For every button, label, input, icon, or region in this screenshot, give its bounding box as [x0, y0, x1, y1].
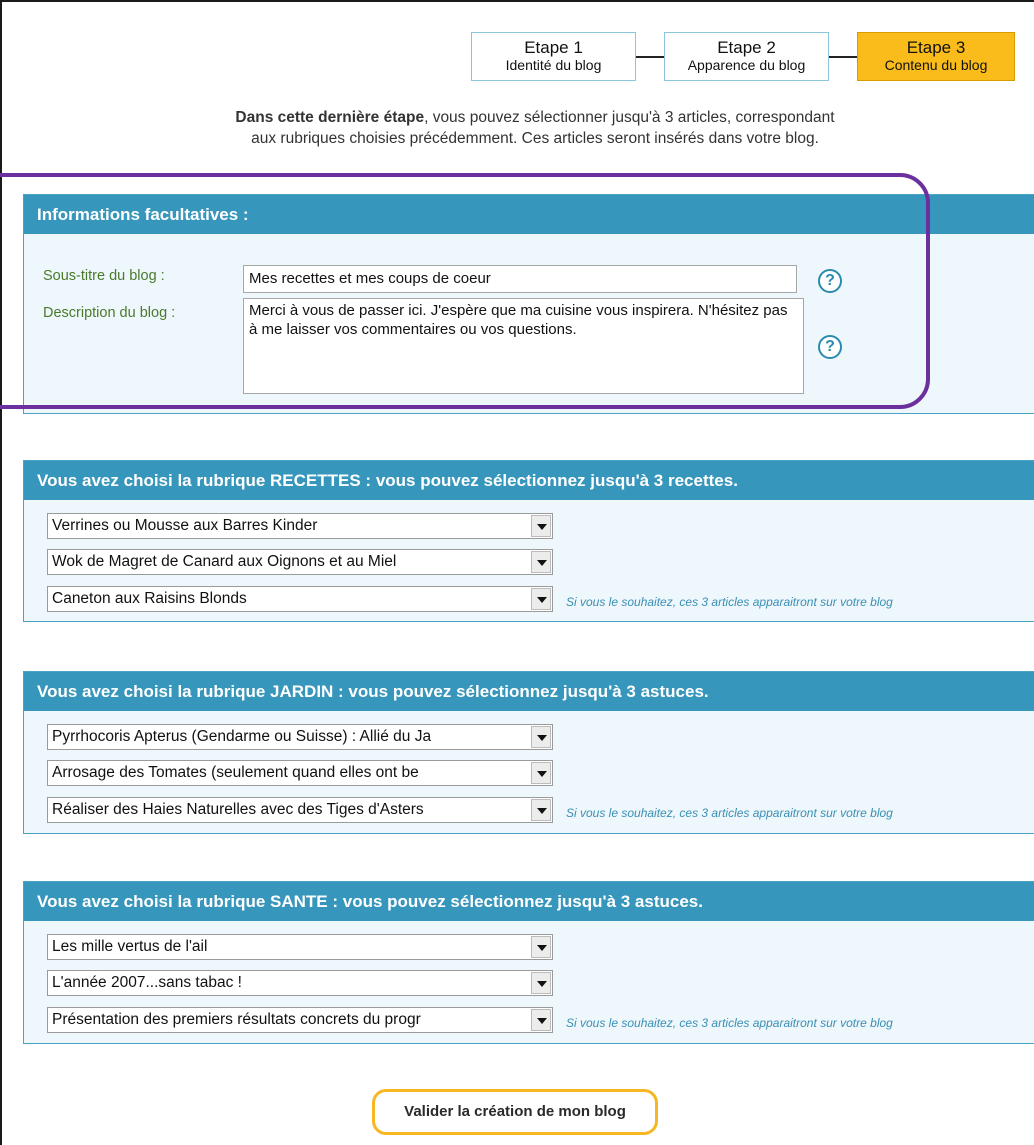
jardin-note: Si vous le souhaitez, ces 3 articles app…: [566, 806, 893, 820]
step-connector: [636, 56, 664, 58]
chevron-down-icon[interactable]: [531, 799, 551, 821]
jardin-header: Vous avez choisi la rubrique JARDIN : vo…: [24, 672, 1034, 711]
description-label: Description du blog :: [43, 305, 176, 321]
info-panel-header: Informations facultatives :: [24, 195, 1034, 234]
subtitle-input[interactable]: Mes recettes et mes coups de coeur: [243, 265, 797, 293]
chevron-down-icon[interactable]: [531, 515, 551, 537]
step-3-label: Contenu du blog: [884, 57, 988, 73]
jardin-select-1-value: Pyrrhocoris Apterus (Gendarme ou Suisse)…: [52, 728, 432, 745]
step-3[interactable]: Etape 3 Contenu du blog: [857, 32, 1015, 81]
step-connector: [829, 56, 857, 58]
subtitle-help-icon[interactable]: ?: [818, 269, 842, 293]
step-1-label: Identité du blog: [505, 57, 602, 73]
recettes-select-3-value: Caneton aux Raisins Blonds: [52, 590, 247, 607]
submit-button[interactable]: Valider la création de mon blog: [372, 1089, 658, 1135]
recettes-note: Si vous le souhaitez, ces 3 articles app…: [566, 595, 893, 609]
recettes-select-2-value: Wok de Magret de Canard aux Oignons et a…: [52, 553, 397, 570]
subtitle-label: Sous-titre du blog :: [43, 268, 165, 284]
jardin-select-2[interactable]: Arrosage des Tomates (seulement quand el…: [47, 760, 553, 786]
chevron-down-icon[interactable]: [531, 1009, 551, 1031]
sante-select-1[interactable]: Les mille vertus de l'ail: [47, 934, 553, 960]
jardin-select-1[interactable]: Pyrrhocoris Apterus (Gendarme ou Suisse)…: [47, 724, 553, 750]
recettes-select-1[interactable]: Verrines ou Mousse aux Barres Kinder: [47, 513, 553, 539]
recettes-select-2[interactable]: Wok de Magret de Canard aux Oignons et a…: [47, 549, 553, 575]
chevron-down-icon[interactable]: [531, 551, 551, 573]
sante-select-2[interactable]: L'année 2007...sans tabac !: [47, 970, 553, 996]
jardin-select-3[interactable]: Réaliser des Haies Naturelles avec des T…: [47, 797, 553, 823]
chevron-down-icon[interactable]: [531, 762, 551, 784]
description-textarea[interactable]: Merci à vous de passer ici. J'espère que…: [243, 298, 804, 394]
intro-rest: , vous pouvez sélectionner jusqu'à 3 art…: [424, 109, 835, 126]
chevron-down-icon[interactable]: [531, 936, 551, 958]
recettes-select-1-value: Verrines ou Mousse aux Barres Kinder: [52, 517, 318, 534]
step-2-number: Etape 2: [717, 38, 776, 57]
recettes-select-3[interactable]: Caneton aux Raisins Blonds: [47, 586, 553, 612]
step-1-number: Etape 1: [524, 38, 583, 57]
description-help-icon[interactable]: ?: [818, 335, 842, 359]
sante-select-2-value: L'année 2007...sans tabac !: [52, 974, 242, 991]
sante-select-1-value: Les mille vertus de l'ail: [52, 938, 208, 955]
recettes-panel: Vous avez choisi la rubrique RECETTES : …: [23, 460, 1034, 622]
sante-note: Si vous le souhaitez, ces 3 articles app…: [566, 1016, 893, 1030]
info-panel: Informations facultatives : Sous-titre d…: [23, 194, 1034, 414]
sante-header: Vous avez choisi la rubrique SANTE : vou…: [24, 882, 1034, 921]
step-2[interactable]: Etape 2 Apparence du blog: [664, 32, 829, 81]
step-1[interactable]: Etape 1 Identité du blog: [471, 32, 636, 81]
sante-select-3-value: Présentation des premiers résultats conc…: [52, 1011, 421, 1028]
jardin-select-3-value: Réaliser des Haies Naturelles avec des T…: [52, 801, 424, 818]
chevron-down-icon[interactable]: [531, 726, 551, 748]
intro-line2: aux rubriques choisies précédemment. Ces…: [251, 130, 819, 147]
intro-text: Dans cette dernière étape, vous pouvez s…: [60, 107, 1010, 149]
intro-bold: Dans cette dernière étape: [235, 109, 425, 126]
chevron-down-icon[interactable]: [531, 588, 551, 610]
step-2-label: Apparence du blog: [687, 57, 806, 73]
recettes-header: Vous avez choisi la rubrique RECETTES : …: [24, 461, 1034, 500]
chevron-down-icon[interactable]: [531, 972, 551, 994]
sante-panel: Vous avez choisi la rubrique SANTE : vou…: [23, 881, 1034, 1044]
step-3-number: Etape 3: [906, 38, 966, 57]
jardin-select-2-value: Arrosage des Tomates (seulement quand el…: [52, 764, 419, 781]
sante-select-3[interactable]: Présentation des premiers résultats conc…: [47, 1007, 553, 1033]
jardin-panel: Vous avez choisi la rubrique JARDIN : vo…: [23, 671, 1034, 834]
